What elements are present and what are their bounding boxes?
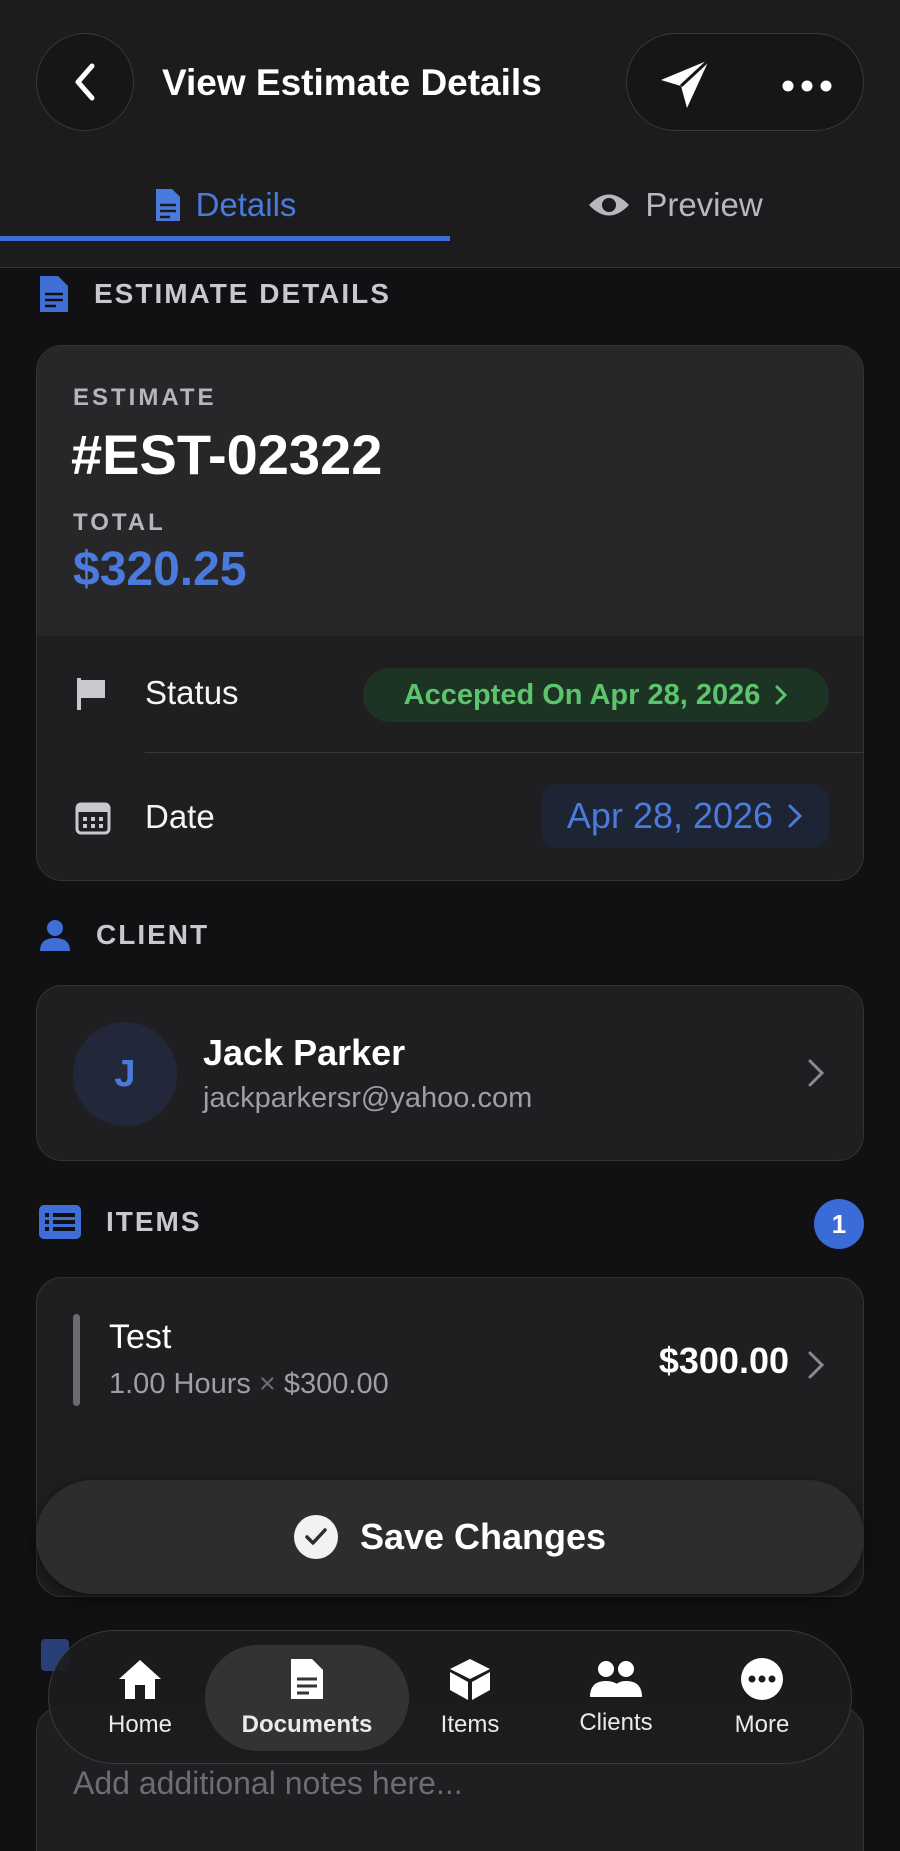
section-title: ESTIMATE DETAILS	[94, 278, 391, 309]
nav-home-label: Home	[107, 1711, 173, 1738]
tab-preview[interactable]: Preview	[450, 170, 900, 240]
date-picker-button[interactable]: Apr 28, 2026	[541, 784, 829, 848]
more-button[interactable]	[782, 64, 832, 100]
box-icon	[450, 1659, 490, 1700]
nav-home[interactable]: Home	[65, 1645, 215, 1751]
avatar: J	[73, 1022, 177, 1126]
calendar-icon	[75, 802, 111, 835]
item-name: Test	[109, 1318, 172, 1356]
row-divider	[145, 752, 863, 753]
document-icon	[40, 276, 68, 312]
save-changes-button[interactable]: Save Changes	[36, 1480, 864, 1594]
section-client: CLIENT	[38, 918, 209, 952]
bottom-tab-bar: Home Documents Items Clients More	[48, 1630, 852, 1764]
client-name: Jack Parker	[203, 1032, 406, 1073]
page-title: View Estimate Details	[162, 62, 542, 103]
chevron-right-icon	[808, 1351, 825, 1379]
list-item[interactable]: Test 1.00 Hours × $300.00 $300.00	[37, 1278, 863, 1443]
notes-placeholder: Add additional notes here...	[73, 1765, 463, 1801]
section-title: ITEMS	[106, 1206, 202, 1237]
date-label: Date	[145, 798, 215, 835]
home-icon	[119, 1660, 161, 1699]
save-changes-label: Save Changes	[359, 1516, 607, 1557]
header: View Estimate Details Details Preview	[0, 0, 900, 268]
section-title: CLIENT	[96, 919, 210, 950]
header-actions	[626, 33, 864, 131]
nav-items[interactable]: Items	[395, 1645, 545, 1751]
date-value: Apr 28, 2026	[566, 795, 774, 836]
chevron-left-icon	[75, 63, 95, 101]
client-email: jackparkersr@yahoo.com	[203, 1082, 533, 1114]
estimate-total: $320.25	[73, 543, 247, 596]
people-icon	[590, 1661, 642, 1697]
section-items: ITEMS	[38, 1204, 202, 1240]
eye-icon	[589, 194, 630, 216]
send-icon	[661, 58, 711, 108]
active-tab-indicator	[0, 236, 450, 241]
status-badge[interactable]: Accepted On Apr 28, 2026	[363, 668, 829, 722]
item-qty-value: 1.00 Hours	[109, 1368, 251, 1400]
send-button[interactable]	[657, 56, 713, 117]
tab-details-label: Details	[195, 186, 297, 223]
list-icon	[39, 1205, 81, 1239]
nav-clients-label: Clients	[579, 1709, 653, 1736]
nav-more[interactable]: More	[687, 1645, 837, 1751]
item-accent-bar	[73, 1314, 80, 1406]
more-circle-icon	[741, 1658, 783, 1700]
estimate-label: ESTIMATE	[73, 384, 217, 411]
status-label: Status	[145, 674, 239, 711]
tab-preview-label: Preview	[645, 186, 763, 223]
estimate-card: ESTIMATE #EST-02322 TOTAL $320.25 Status…	[36, 345, 864, 881]
back-button[interactable]	[36, 33, 134, 131]
section-estimate-details: ESTIMATE DETAILS	[38, 274, 391, 314]
tab-details[interactable]: Details	[0, 170, 450, 240]
item-quantity: 1.00 Hours × $300.00	[109, 1368, 389, 1401]
nav-items-label: Items	[440, 1711, 500, 1738]
client-card[interactable]: J Jack Parker jackparkersr@yahoo.com	[36, 985, 864, 1161]
nav-documents-label: Documents	[241, 1711, 373, 1738]
item-times: ×	[258, 1368, 276, 1400]
nav-clients[interactable]: Clients	[541, 1645, 691, 1751]
person-icon	[40, 920, 70, 951]
checkmark-icon	[293, 1515, 338, 1559]
estimate-summary: ESTIMATE #EST-02322 TOTAL $320.25	[37, 346, 863, 636]
items-count-badge: 1	[814, 1199, 864, 1249]
document-icon	[291, 1659, 323, 1699]
item-total: $300.00	[658, 1340, 789, 1381]
flag-icon	[77, 678, 105, 710]
document-icon	[155, 189, 180, 221]
item-rate: $300.00	[283, 1368, 389, 1400]
estimate-number: #EST-02322	[71, 423, 383, 486]
nav-more-label: More	[734, 1711, 790, 1738]
chevron-right-icon	[788, 804, 803, 828]
chevron-right-icon	[808, 1059, 825, 1087]
status-value: Accepted On Apr 28, 2026	[403, 678, 761, 711]
chevron-right-icon	[775, 685, 788, 705]
ellipsis-icon	[782, 80, 832, 92]
total-label: TOTAL	[73, 509, 166, 536]
nav-documents[interactable]: Documents	[205, 1645, 409, 1751]
